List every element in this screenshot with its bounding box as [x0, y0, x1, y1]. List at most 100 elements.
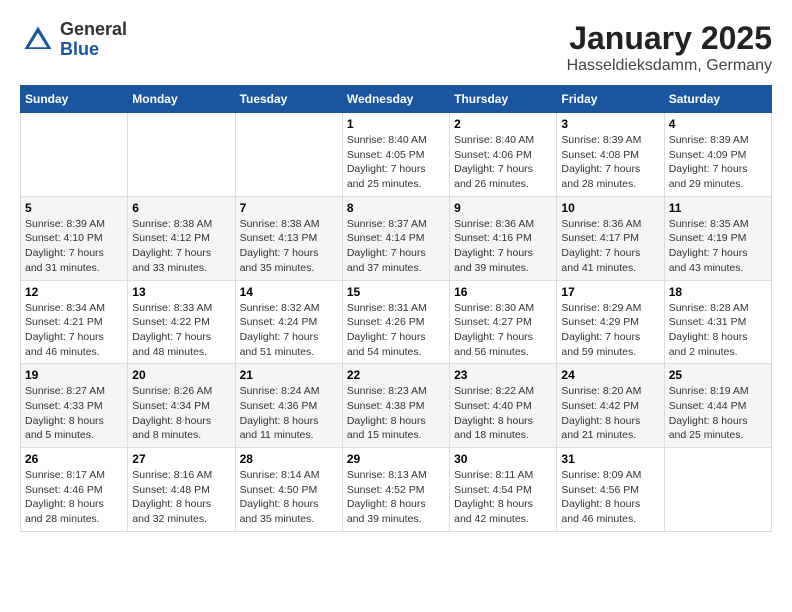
table-cell: 9Sunrise: 8:36 AMSunset: 4:16 PMDaylight… [450, 196, 557, 280]
cell-content: Sunrise: 8:39 AMSunset: 4:09 PMDaylight:… [669, 133, 767, 192]
weekday-header-sunday: Sunday [21, 86, 128, 113]
table-cell: 11Sunrise: 8:35 AMSunset: 4:19 PMDayligh… [664, 196, 771, 280]
day-number: 23 [454, 368, 552, 382]
cell-content: Sunrise: 8:36 AMSunset: 4:17 PMDaylight:… [561, 217, 659, 276]
day-number: 6 [132, 201, 230, 215]
table-cell: 5 Sunrise: 8:39 AMSunset: 4:10 PMDaylight… [21, 196, 128, 280]
table-cell: 29 Sunrise: 8:13 AMSunset: 4:52 PMDayligh… [342, 448, 449, 532]
day-number: 5 [25, 201, 123, 215]
weekday-header-wednesday: Wednesday [342, 86, 449, 113]
day-number: 3 [561, 117, 659, 131]
cell-content: Sunrise: 8:30 AMSunset: 4:27 PMDaylight:… [454, 301, 552, 360]
cell-content: Sunrise: 8:33 AMSunset: 4:22 PMDaylight:… [132, 301, 230, 360]
calendar: SundayMondayTuesdayWednesdayThursdayFrid… [20, 85, 772, 532]
cell-content: Sunrise: 8:39 AMSunset: 4:10 PMDaylight:… [25, 217, 123, 276]
cell-content: Sunrise: 8:27 AMSunset: 4:33 PMDaylight:… [25, 384, 123, 443]
table-cell: 6 Sunrise: 8:38 AMSunset: 4:12 PMDaylight… [128, 196, 235, 280]
cell-content: Sunrise: 8:26 AMSunset: 4:34 PMDaylight:… [132, 384, 230, 443]
table-cell: 25 Sunrise: 8:19 AMSunset: 4:44 PMDayligh… [664, 364, 771, 448]
table-cell: 22 Sunrise: 8:23 AMSunset: 4:38 PMDayligh… [342, 364, 449, 448]
week-row-2: 5 Sunrise: 8:39 AMSunset: 4:10 PMDaylight… [21, 196, 772, 280]
day-number: 20 [132, 368, 230, 382]
day-number: 29 [347, 452, 445, 466]
day-number: 22 [347, 368, 445, 382]
table-cell: 28 Sunrise: 8:14 AMSunset: 4:50 PMDayligh… [235, 448, 342, 532]
table-cell: 20 Sunrise: 8:26 AMSunset: 4:34 PMDayligh… [128, 364, 235, 448]
cell-content: Sunrise: 8:38 AMSunset: 4:12 PMDaylight:… [132, 217, 230, 276]
day-number: 11 [669, 201, 767, 215]
month-title: January 2025 [567, 20, 772, 57]
cell-content: Sunrise: 8:28 AMSunset: 4:31 PMDaylight:… [669, 301, 767, 360]
cell-content: Sunrise: 8:34 AMSunset: 4:21 PMDaylight:… [25, 301, 123, 360]
cell-content: Sunrise: 8:09 AMSunset: 4:56 PMDaylight:… [561, 468, 659, 527]
table-cell [664, 448, 771, 532]
table-cell: 23 Sunrise: 8:22 AMSunset: 4:40 PMDayligh… [450, 364, 557, 448]
day-number: 18 [669, 285, 767, 299]
table-cell [21, 113, 128, 197]
day-number: 27 [132, 452, 230, 466]
day-number: 14 [240, 285, 338, 299]
day-number: 17 [561, 285, 659, 299]
day-number: 28 [240, 452, 338, 466]
weekday-header-friday: Friday [557, 86, 664, 113]
day-number: 4 [669, 117, 767, 131]
cell-content: Sunrise: 8:14 AMSunset: 4:50 PMDaylight:… [240, 468, 338, 527]
weekday-header-row: SundayMondayTuesdayWednesdayThursdayFrid… [21, 86, 772, 113]
day-number: 24 [561, 368, 659, 382]
table-cell: 16 Sunrise: 8:30 AMSunset: 4:27 PMDayligh… [450, 280, 557, 364]
cell-content: Sunrise: 8:31 AMSunset: 4:26 PMDaylight:… [347, 301, 445, 360]
weekday-header-tuesday: Tuesday [235, 86, 342, 113]
table-cell: 4 Sunrise: 8:39 AMSunset: 4:09 PMDaylight… [664, 113, 771, 197]
week-row-1: 1 Sunrise: 8:40 AMSunset: 4:05 PMDaylight… [21, 113, 772, 197]
table-cell: 24 Sunrise: 8:20 AMSunset: 4:42 PMDayligh… [557, 364, 664, 448]
day-number: 16 [454, 285, 552, 299]
day-number: 26 [25, 452, 123, 466]
table-cell: 21Sunrise: 8:24 AMSunset: 4:36 PMDayligh… [235, 364, 342, 448]
table-cell: 10Sunrise: 8:36 AMSunset: 4:17 PMDayligh… [557, 196, 664, 280]
logo-text: General Blue [60, 20, 127, 60]
cell-content: Sunrise: 8:23 AMSunset: 4:38 PMDaylight:… [347, 384, 445, 443]
table-cell: 14Sunrise: 8:32 AMSunset: 4:24 PMDayligh… [235, 280, 342, 364]
title-block: January 2025 Hasseldieksdamm, Germany [567, 20, 772, 75]
weekday-header-thursday: Thursday [450, 86, 557, 113]
table-cell: 2 Sunrise: 8:40 AMSunset: 4:06 PMDaylight… [450, 113, 557, 197]
logo-icon [20, 22, 56, 58]
logo-general: General [60, 20, 127, 40]
day-number: 13 [132, 285, 230, 299]
weekday-header-monday: Monday [128, 86, 235, 113]
cell-content: Sunrise: 8:20 AMSunset: 4:42 PMDaylight:… [561, 384, 659, 443]
table-cell: 30 Sunrise: 8:11 AMSunset: 4:54 PMDayligh… [450, 448, 557, 532]
table-cell [235, 113, 342, 197]
day-number: 25 [669, 368, 767, 382]
table-cell: 1 Sunrise: 8:40 AMSunset: 4:05 PMDaylight… [342, 113, 449, 197]
cell-content: Sunrise: 8:13 AMSunset: 4:52 PMDaylight:… [347, 468, 445, 527]
table-cell: 18 Sunrise: 8:28 AMSunset: 4:31 PMDayligh… [664, 280, 771, 364]
cell-content: Sunrise: 8:39 AMSunset: 4:08 PMDaylight:… [561, 133, 659, 192]
table-cell: 31 Sunrise: 8:09 AMSunset: 4:56 PMDayligh… [557, 448, 664, 532]
cell-content: Sunrise: 8:11 AMSunset: 4:54 PMDaylight:… [454, 468, 552, 527]
day-number: 31 [561, 452, 659, 466]
cell-content: Sunrise: 8:17 AMSunset: 4:46 PMDaylight:… [25, 468, 123, 527]
cell-content: Sunrise: 8:37 AMSunset: 4:14 PMDaylight:… [347, 217, 445, 276]
table-cell: 19Sunrise: 8:27 AMSunset: 4:33 PMDayligh… [21, 364, 128, 448]
week-row-4: 19Sunrise: 8:27 AMSunset: 4:33 PMDayligh… [21, 364, 772, 448]
cell-content: Sunrise: 8:40 AMSunset: 4:06 PMDaylight:… [454, 133, 552, 192]
day-number: 2 [454, 117, 552, 131]
day-number: 30 [454, 452, 552, 466]
week-row-3: 12Sunrise: 8:34 AMSunset: 4:21 PMDayligh… [21, 280, 772, 364]
cell-content: Sunrise: 8:38 AMSunset: 4:13 PMDaylight:… [240, 217, 338, 276]
table-cell: 27 Sunrise: 8:16 AMSunset: 4:48 PMDayligh… [128, 448, 235, 532]
table-cell: 26 Sunrise: 8:17 AMSunset: 4:46 PMDayligh… [21, 448, 128, 532]
cell-content: Sunrise: 8:16 AMSunset: 4:48 PMDaylight:… [132, 468, 230, 527]
day-number: 8 [347, 201, 445, 215]
table-cell: 8 Sunrise: 8:37 AMSunset: 4:14 PMDaylight… [342, 196, 449, 280]
cell-content: Sunrise: 8:36 AMSunset: 4:16 PMDaylight:… [454, 217, 552, 276]
day-number: 21 [240, 368, 338, 382]
week-row-5: 26 Sunrise: 8:17 AMSunset: 4:46 PMDayligh… [21, 448, 772, 532]
day-number: 1 [347, 117, 445, 131]
page-header: General Blue January 2025 Hasseldieksdam… [20, 20, 772, 75]
cell-content: Sunrise: 8:29 AMSunset: 4:29 PMDaylight:… [561, 301, 659, 360]
cell-content: Sunrise: 8:22 AMSunset: 4:40 PMDaylight:… [454, 384, 552, 443]
cell-content: Sunrise: 8:40 AMSunset: 4:05 PMDaylight:… [347, 133, 445, 192]
cell-content: Sunrise: 8:19 AMSunset: 4:44 PMDaylight:… [669, 384, 767, 443]
